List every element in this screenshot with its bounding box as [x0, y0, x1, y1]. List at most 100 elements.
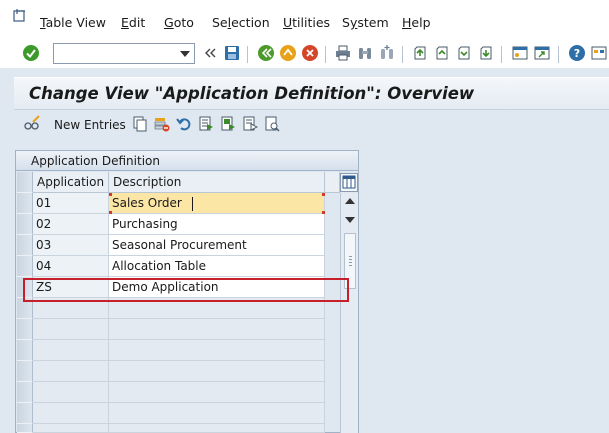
- vertical-scrollbar[interactable]: [340, 193, 358, 433]
- page-title: Change View "Application Definition": Ov…: [29, 84, 475, 103]
- select-all-rows-button[interactable]: [17, 172, 33, 193]
- column-header-filler: [325, 172, 340, 193]
- empty-cell[interactable]: [109, 319, 325, 340]
- help-icon: ?: [569, 45, 585, 61]
- shortcut-button[interactable]: [532, 43, 552, 63]
- collapse-command-button[interactable]: [200, 43, 220, 63]
- empty-cell[interactable]: [33, 340, 109, 361]
- previous-page-icon: [436, 46, 448, 60]
- command-input[interactable]: [56, 45, 174, 62]
- exit-button[interactable]: [278, 43, 298, 63]
- cell-description[interactable]: Allocation Table: [109, 256, 325, 277]
- first-page-button[interactable]: [410, 43, 430, 63]
- column-header-application[interactable]: Application: [33, 172, 109, 193]
- application-toolbar: New Entries: [14, 111, 609, 139]
- save-button[interactable]: [222, 43, 242, 63]
- back-button[interactable]: [256, 43, 276, 63]
- cancel-icon: [302, 45, 318, 61]
- menu-goto[interactable]: Goto: [164, 15, 194, 30]
- find-next-button[interactable]: [377, 43, 397, 63]
- row-selector[interactable]: [17, 424, 33, 433]
- display-change-button[interactable]: [22, 114, 42, 134]
- scroll-down-icon[interactable]: [345, 217, 355, 223]
- menu-table-view[interactable]: Table View: [40, 15, 106, 30]
- scroll-up-icon[interactable]: [345, 198, 355, 204]
- menu-utilities[interactable]: Utilities: [283, 15, 330, 30]
- empty-cell[interactable]: [33, 319, 109, 340]
- empty-cell[interactable]: [33, 382, 109, 403]
- save-icon: [225, 46, 239, 60]
- cell-application[interactable]: 03: [33, 235, 109, 256]
- last-page-button[interactable]: [476, 43, 496, 63]
- cell-description[interactable]: Sales Order: [109, 193, 325, 214]
- undo-change-button[interactable]: [174, 114, 194, 134]
- printer-icon: [336, 45, 350, 61]
- row-selector[interactable]: [17, 340, 33, 361]
- back-icon: [258, 45, 274, 61]
- deselect-all-button[interactable]: [240, 114, 260, 134]
- menu-edit[interactable]: Edit: [121, 15, 145, 30]
- print-field-list-button[interactable]: [262, 114, 282, 134]
- row-selector[interactable]: [17, 235, 33, 256]
- next-page-button[interactable]: [454, 43, 474, 63]
- print-button[interactable]: [333, 43, 353, 63]
- column-header-description[interactable]: Description: [109, 172, 325, 193]
- table-title: Application Definition: [31, 154, 160, 168]
- double-chevron-left-icon: [205, 48, 216, 58]
- new-entries-button[interactable]: New Entries: [54, 118, 126, 132]
- empty-cell[interactable]: [109, 361, 325, 382]
- command-field[interactable]: [53, 43, 195, 64]
- table-settings-icon: [342, 175, 356, 189]
- delete-button[interactable]: [152, 114, 172, 134]
- cell-application[interactable]: 04: [33, 256, 109, 277]
- new-session-button[interactable]: [510, 43, 530, 63]
- field-list-icon: [265, 116, 280, 132]
- row-selector[interactable]: [17, 214, 33, 235]
- row-selector[interactable]: [17, 319, 33, 340]
- shortcut-icon: [534, 46, 550, 60]
- cell-application[interactable]: 01: [33, 193, 109, 214]
- binoculars-plus-icon: [381, 45, 393, 59]
- empty-cell[interactable]: [33, 424, 109, 433]
- empty-cell[interactable]: [33, 403, 109, 424]
- empty-cell[interactable]: [109, 340, 325, 361]
- undo-icon: [176, 118, 191, 131]
- row-selector[interactable]: [17, 382, 33, 403]
- next-page-icon: [458, 46, 470, 60]
- cell-description[interactable]: Seasonal Procurement: [109, 235, 325, 256]
- row-selector[interactable]: [17, 403, 33, 424]
- find-button[interactable]: [355, 43, 375, 63]
- enter-button[interactable]: [21, 43, 41, 63]
- cancel-button[interactable]: [300, 43, 320, 63]
- empty-cell[interactable]: [109, 424, 325, 433]
- glasses-pencil-icon: [24, 115, 40, 130]
- first-page-icon: [414, 46, 426, 60]
- last-page-icon: [480, 46, 492, 60]
- deselect-all-icon: [243, 116, 258, 131]
- select-block-button[interactable]: [218, 114, 238, 134]
- row-selector[interactable]: [17, 193, 33, 214]
- empty-cell[interactable]: [33, 361, 109, 382]
- menu-system[interactable]: System: [342, 15, 389, 30]
- select-all-button[interactable]: [196, 114, 216, 134]
- chevron-down-icon: [180, 50, 190, 57]
- delete-row-icon: [154, 118, 170, 132]
- help-button[interactable]: ?: [567, 43, 587, 63]
- copy-as-button[interactable]: [130, 114, 150, 134]
- text-caret: [192, 197, 193, 211]
- cell-description[interactable]: Purchasing: [109, 214, 325, 235]
- previous-page-button[interactable]: [432, 43, 452, 63]
- app-menu-icon[interactable]: [13, 9, 27, 23]
- customize-layout-button[interactable]: [589, 43, 609, 63]
- table-settings-button[interactable]: [340, 173, 358, 192]
- command-dropdown-button[interactable]: [178, 46, 192, 61]
- new-window-icon: [512, 46, 528, 60]
- row-selector[interactable]: [17, 361, 33, 382]
- row-selector[interactable]: [17, 256, 33, 277]
- menu-selection[interactable]: Selection: [212, 15, 270, 30]
- cell-application[interactable]: 02: [33, 214, 109, 235]
- empty-cell[interactable]: [109, 382, 325, 403]
- menu-help[interactable]: Help: [402, 15, 431, 30]
- empty-cell[interactable]: [109, 403, 325, 424]
- select-all-icon: [199, 116, 213, 131]
